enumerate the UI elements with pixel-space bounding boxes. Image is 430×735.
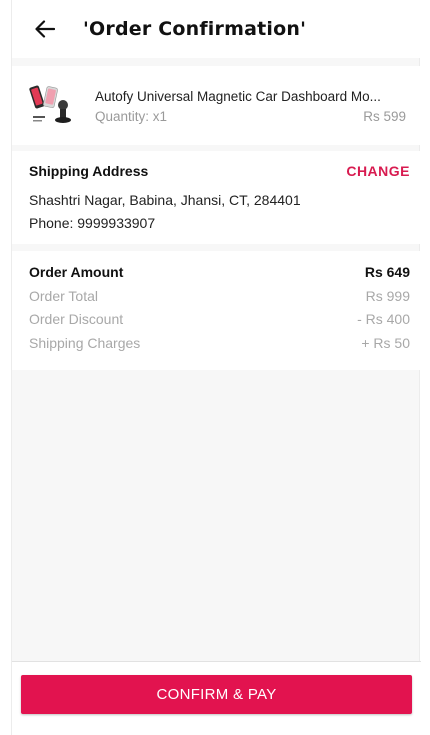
change-address-link[interactable]: CHANGE bbox=[346, 163, 410, 179]
product-quantity: Quantity: x1 bbox=[95, 109, 168, 124]
footer-bar: CONFIRM & PAY bbox=[12, 661, 421, 735]
order-total-label: Order Total bbox=[29, 288, 98, 304]
page-title: 'Order Confirmation' bbox=[83, 18, 307, 40]
order-discount-value: - Rs 400 bbox=[357, 311, 410, 327]
order-amount-section: Order Amount Rs 649 Order Total Rs 999 O… bbox=[12, 251, 421, 370]
order-discount-row: Order Discount - Rs 400 bbox=[29, 311, 410, 327]
shipping-phone: Phone: 9999933907 bbox=[29, 215, 156, 231]
shipping-section: Shipping Address CHANGE Shashtri Nagar, … bbox=[12, 151, 421, 244]
shipping-title: Shipping Address bbox=[29, 163, 149, 179]
order-amount-label: Order Amount bbox=[29, 264, 124, 280]
shipping-charges-row: Shipping Charges + Rs 50 bbox=[29, 335, 410, 351]
order-total-value: Rs 999 bbox=[365, 288, 410, 304]
order-amount-row: Order Amount Rs 649 bbox=[29, 264, 410, 280]
product-thumbnail bbox=[29, 83, 77, 131]
app-header: 'Order Confirmation' bbox=[12, 0, 421, 58]
arrow-left-icon bbox=[35, 20, 55, 38]
back-button[interactable] bbox=[28, 12, 62, 46]
shipping-charges-label: Shipping Charges bbox=[29, 335, 141, 351]
app-frame: 'Order Confirmation' Autofy Universal Ma… bbox=[11, 0, 421, 735]
shipping-address: Shashtri Nagar, Babina, Jhansi, CT, 2844… bbox=[29, 192, 301, 208]
order-total-row: Order Total Rs 999 bbox=[29, 288, 410, 304]
confirm-pay-button[interactable]: CONFIRM & PAY bbox=[21, 675, 412, 714]
order-discount-label: Order Discount bbox=[29, 311, 124, 327]
product-card[interactable]: Autofy Universal Magnetic Car Dashboard … bbox=[12, 66, 421, 145]
product-name: Autofy Universal Magnetic Car Dashboard … bbox=[95, 89, 381, 104]
order-amount-value: Rs 649 bbox=[364, 264, 410, 280]
shipping-charges-value: + Rs 50 bbox=[361, 335, 410, 351]
product-price: Rs 599 bbox=[363, 109, 406, 124]
